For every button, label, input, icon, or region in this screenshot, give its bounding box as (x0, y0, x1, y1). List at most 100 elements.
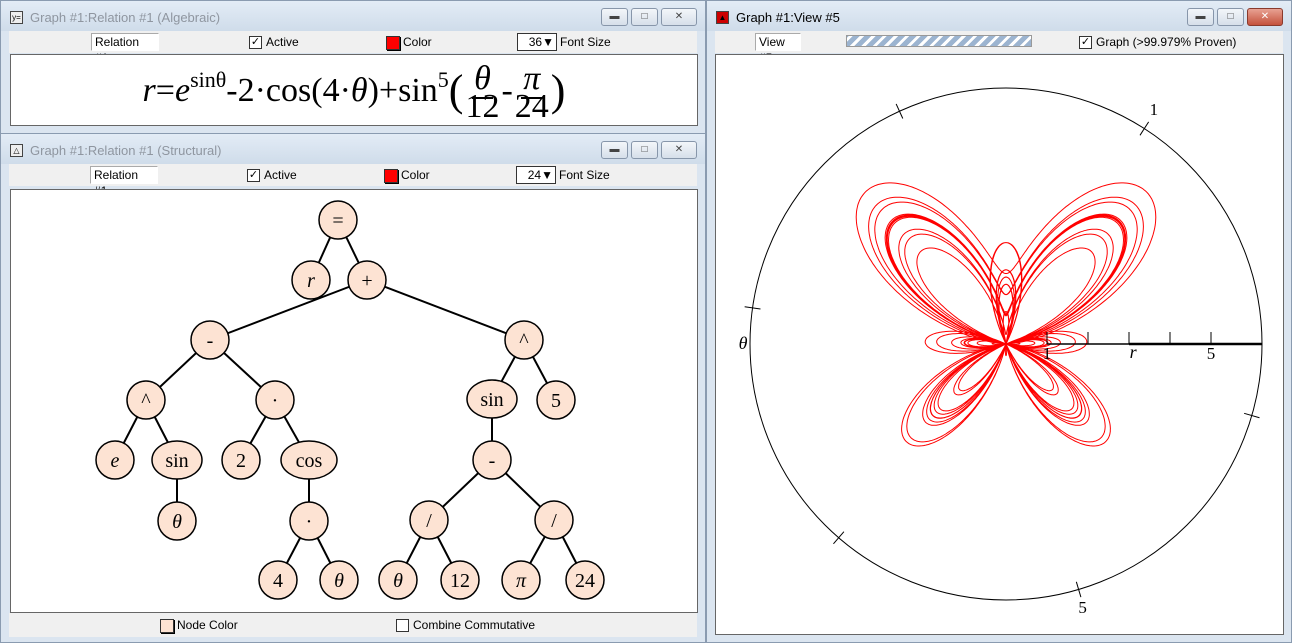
tree-icon: △ (10, 144, 23, 157)
theta-tick (895, 103, 904, 119)
node-label: · (272, 390, 279, 412)
tree-node[interactable]: / (409, 500, 449, 540)
tree-node[interactable]: θ (319, 560, 359, 600)
eq-exponent: sinθ (190, 67, 227, 92)
graph-icon: ▲ (716, 11, 729, 24)
toolbar: View #5 ✓ Graph (>99.979% Proven) (715, 31, 1283, 65)
close-button[interactable]: ✕ (1247, 8, 1283, 26)
tree-node[interactable]: 12 (440, 560, 480, 600)
tree-node[interactable]: · (255, 380, 295, 420)
theta-tick (833, 531, 845, 545)
node-color-label: Node Color (177, 618, 238, 632)
color-label: Color (403, 35, 432, 49)
structural-window: △ Graph #1:Relation #1 (Structural) ▬ □ … (0, 133, 706, 643)
tree-node[interactable]: cos (280, 440, 338, 480)
color-swatch (384, 168, 398, 183)
tree-node[interactable]: 5 (536, 380, 576, 420)
tree-node[interactable]: sin (466, 379, 518, 419)
algebraic-display: r=esinθ-2·cos(4·θ)+sin5(θ 12- π 24) (10, 54, 698, 126)
font-size-value: 24 (527, 168, 542, 182)
tree-node[interactable]: + (347, 260, 387, 300)
active-label: Active (264, 168, 297, 182)
tree-node[interactable]: / (534, 500, 574, 540)
maximize-button[interactable]: □ (631, 8, 658, 26)
checkmark-icon: ✓ (1079, 36, 1092, 50)
tree-node[interactable]: ^ (126, 380, 166, 420)
node-color-swatch (160, 618, 174, 633)
graph-label: Graph (>99.979% Proven) (1096, 35, 1237, 49)
tree-node[interactable]: 2 (221, 440, 261, 480)
font-size-select[interactable]: 24▼ Font Size (516, 166, 610, 184)
eq-power: 5 (437, 67, 449, 92)
tree-node[interactable]: = (318, 200, 358, 240)
minimize-button[interactable]: ▬ (1187, 8, 1214, 26)
title-bar[interactable]: ▲ Graph #1:View #5 ▬ □ ✕ (707, 1, 1291, 31)
node-label: ^ (141, 390, 151, 412)
minimize-button[interactable]: ▬ (601, 8, 628, 26)
view-name-input[interactable]: View #5 (755, 33, 801, 65)
color-button[interactable]: Color (386, 33, 432, 51)
equation: r=esinθ-2·cos(4·θ)+sin5(θ 12- π 24) (11, 60, 697, 124)
node-label: 2 (236, 450, 246, 472)
view-window: ▲ Graph #1:View #5 ▬ □ ✕ View #5 ✓ Graph … (706, 0, 1292, 643)
r-tick-label: 5 (1207, 344, 1216, 363)
theta-tick-label: 1 (1150, 100, 1159, 119)
relation-name-input[interactable]: Relation #1 (91, 33, 159, 65)
tree-node[interactable]: r (291, 260, 331, 300)
node-label: 4 (273, 570, 283, 592)
expression-tree: = r + - ^ ^ · sin 5 e sin 2 cos - θ · / / 4 θ θ 12 π 24 (95, 200, 605, 600)
node-label: θ (172, 511, 182, 533)
active-checkbox[interactable]: ✓ Active (247, 166, 297, 184)
theta-tick-label: 5 (1078, 598, 1087, 617)
node-label: sin (480, 389, 503, 411)
theta-tick (1139, 121, 1150, 136)
font-size-label: Font Size (560, 35, 611, 49)
node-label: 24 (575, 570, 595, 592)
node-label: 5 (551, 390, 561, 412)
color-label: Color (401, 168, 430, 182)
tree-node[interactable]: · (289, 501, 329, 541)
tree-node[interactable]: ^ (504, 320, 544, 360)
font-size-select[interactable]: 36▼ Font Size (517, 33, 611, 51)
node-label: = (332, 210, 343, 232)
color-button[interactable]: Color (384, 166, 430, 184)
progress-bar (846, 35, 1032, 47)
tree-node[interactable]: e (95, 440, 135, 480)
r-axis-label: r (1130, 342, 1138, 362)
expression-tree-panel: = r + - ^ ^ · sin 5 e sin 2 cos - θ · / / 4 θ θ 12 π 24 (10, 189, 698, 613)
bottom-bar: Node Color Combine Commutative (9, 613, 697, 637)
combine-commutative-checkbox[interactable]: Combine Commutative (396, 616, 535, 634)
tree-edge (209, 279, 368, 341)
tree-node[interactable]: θ (157, 501, 197, 541)
maximize-button[interactable]: □ (631, 141, 658, 159)
maximize-button[interactable]: □ (1217, 8, 1244, 26)
window-title: Graph #1:View #5 (736, 10, 840, 25)
font-size-value: 36 (528, 35, 543, 49)
checkmark-icon: ✓ (247, 169, 260, 183)
eq-minus: - (501, 72, 513, 109)
title-bar[interactable]: y= Graph #1:Relation #1 (Algebraic) ▬ □ … (1, 1, 705, 31)
node-label: / (551, 510, 557, 532)
tree-node[interactable]: - (190, 320, 230, 360)
tree-node[interactable]: π (501, 560, 541, 600)
node-color-button[interactable]: Node Color (160, 616, 238, 634)
tree-node[interactable]: - (472, 440, 512, 480)
close-button[interactable]: ✕ (661, 141, 697, 159)
tree-node[interactable]: sin (151, 440, 203, 480)
minimize-button[interactable]: ▬ (601, 141, 628, 159)
relation-name-input[interactable]: Relation #1 (90, 166, 158, 198)
equation-icon: y= (10, 11, 23, 24)
graph-checkbox[interactable]: ✓ Graph (>99.979% Proven) (1079, 33, 1236, 51)
node-label: cos (296, 450, 323, 472)
tree-node[interactable]: 4 (258, 560, 298, 600)
node-label: · (306, 511, 313, 533)
tree-node[interactable]: θ (378, 560, 418, 600)
checkmark-icon: ✓ (249, 36, 262, 50)
title-bar[interactable]: △ Graph #1:Relation #1 (Structural) ▬ □ … (1, 134, 705, 164)
close-button[interactable]: ✕ (661, 8, 697, 26)
tree-node[interactable]: 24 (565, 560, 605, 600)
active-checkbox[interactable]: ✓ Active (249, 33, 299, 51)
node-label: - (207, 330, 214, 352)
node-label: θ (334, 570, 344, 592)
eq-lhs: r (142, 72, 156, 109)
